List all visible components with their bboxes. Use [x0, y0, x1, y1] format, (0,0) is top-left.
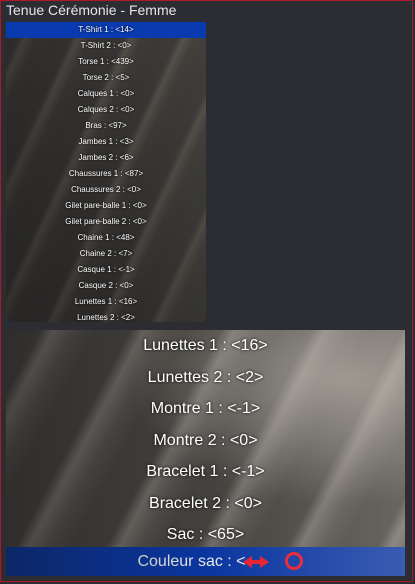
menu-item-casque-2[interactable]: Casque 2 : <0> — [6, 278, 206, 294]
menu-item-couleur-sac-label: Couleur sac : < — [137, 553, 246, 570]
menu-item-bras[interactable]: Bras : <97> — [6, 118, 206, 134]
menu-item-gilet-2[interactable]: Gilet pare-balle 2 : <0> — [6, 214, 206, 230]
menu-item-calques-2[interactable]: Calques 2 : <0> — [6, 102, 206, 118]
menu-item-chaine-1[interactable]: Chaine 1 : <48> — [6, 230, 206, 246]
menu-item-casque-1[interactable]: Casque 1 : <-1> — [6, 262, 206, 278]
menu-item-sac[interactable]: Sac : <65> — [6, 519, 405, 551]
menu-item-montre-2[interactable]: Montre 2 : <0> — [6, 425, 405, 457]
red-arrow-icon — [243, 556, 269, 568]
menu-item-torse-2[interactable]: Torse 2 : <5> — [6, 70, 206, 86]
menu-item-jambes-1[interactable]: Jambes 1 : <3> — [6, 134, 206, 150]
menu-item-montre-1[interactable]: Montre 1 : <-1> — [6, 393, 405, 425]
menu-item-chaine-2[interactable]: Chaine 2 : <7> — [6, 246, 206, 262]
outfit-menu-list: T-Shirt 1 : <14> T-Shirt 2 : <0> Torse 1… — [6, 22, 206, 322]
red-ring-icon — [285, 552, 303, 570]
menu-item-bracelet-2[interactable]: Bracelet 2 : <0> — [6, 488, 405, 520]
menu-item-tshirt-2[interactable]: T-Shirt 2 : <0> — [6, 38, 206, 54]
menu-item-chaussures-2[interactable]: Chaussures 2 : <0> — [6, 182, 206, 198]
menu-item-chaussures-1[interactable]: Chaussures 1 : <87> — [6, 166, 206, 182]
menu-item-lunettes-1-zoom[interactable]: Lunettes 1 : <16> — [6, 330, 405, 362]
menu-item-bracelet-1[interactable]: Bracelet 1 : <-1> — [6, 456, 405, 488]
menu-item-lunettes-1[interactable]: Lunettes 1 : <16> — [6, 294, 206, 310]
menu-item-lunettes-2[interactable]: Lunettes 2 : <2> — [6, 310, 206, 322]
menu-item-gilet-1[interactable]: Gilet pare-balle 1 : <0> — [6, 198, 206, 214]
menu-item-tshirt-1[interactable]: T-Shirt 1 : <14> — [6, 22, 206, 38]
menu-item-jambes-2[interactable]: Jambes 2 : <6> — [6, 150, 206, 166]
menu-item-calques-1[interactable]: Calques 1 : <0> — [6, 86, 206, 102]
zoomed-menu-list: Lunettes 1 : <16> Lunettes 2 : <2> Montr… — [6, 330, 405, 576]
menu-item-lunettes-2-zoom[interactable]: Lunettes 2 : <2> — [6, 362, 405, 394]
menu-item-torse-1[interactable]: Torse 1 : <439> — [6, 54, 206, 70]
menu-item-couleur-sac[interactable]: Couleur sac : < — [6, 547, 405, 576]
window-title: Tenue Cérémonie - Femme — [6, 2, 177, 18]
